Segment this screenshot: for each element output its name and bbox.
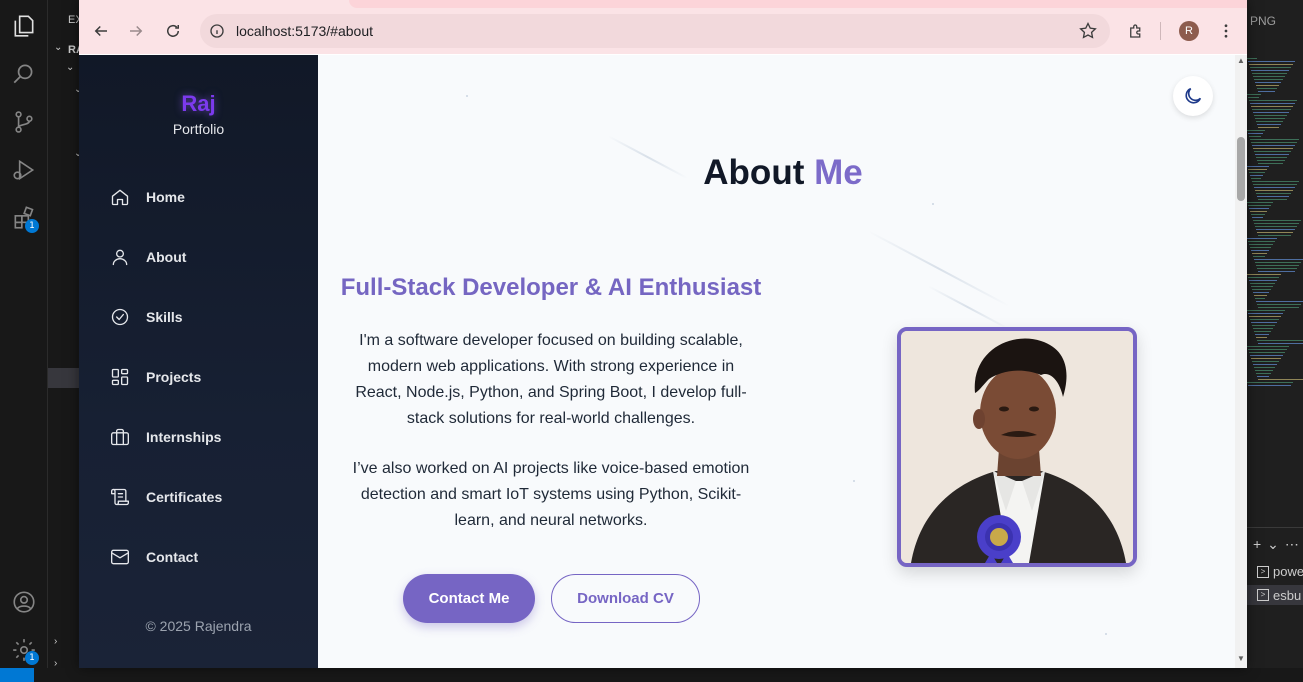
title-main: About xyxy=(703,153,805,192)
grid-icon xyxy=(111,368,129,386)
chevron-down-icon[interactable]: ⌄ xyxy=(66,62,74,73)
scroll-down-arrow-icon[interactable]: ▼ xyxy=(1237,655,1245,663)
terminal-item[interactable]: > powe xyxy=(1257,564,1303,579)
about-paragraph-1: I'm a software developer focused on buil… xyxy=(355,332,747,427)
decorative-dot xyxy=(853,480,855,482)
decorative-streak xyxy=(927,285,1008,330)
settings-badge: 1 xyxy=(25,651,39,665)
scrollbar-thumb[interactable] xyxy=(1237,137,1245,201)
nav-label: Home xyxy=(146,189,185,205)
nav-label: Certificates xyxy=(146,489,223,505)
download-cv-button[interactable]: Download CV xyxy=(551,574,700,623)
contact-me-button[interactable]: Contact Me xyxy=(403,574,535,623)
site-info-icon[interactable] xyxy=(208,22,226,40)
minimap[interactable] xyxy=(1247,58,1303,398)
briefcase-icon xyxy=(111,428,129,446)
page-viewport: Raj Portfolio Home About Skills Projects… xyxy=(79,55,1247,668)
tab-strip xyxy=(79,0,1247,8)
portfolio-sidebar: Raj Portfolio Home About Skills Projects… xyxy=(79,55,318,668)
nav-item-certificates[interactable]: Certificates xyxy=(110,482,290,512)
terminal-item-active[interactable]: > esbu xyxy=(1247,585,1303,605)
page-scrollbar[interactable]: ▲ ▼ xyxy=(1235,55,1247,668)
nav-label: About xyxy=(146,249,187,265)
nav-item-internships[interactable]: Internships xyxy=(110,422,290,452)
browser-toolbar: localhost:5173/#about R xyxy=(79,8,1247,54)
nav-label: Internships xyxy=(146,429,222,445)
role-subheading: Full-Stack Developer & AI Enthusiast xyxy=(340,274,762,301)
about-paragraph-2: I’ve also worked on AI projects like voi… xyxy=(352,460,750,529)
badge-check-icon xyxy=(111,308,129,326)
nav-label: Skills xyxy=(146,309,183,325)
mail-icon xyxy=(111,549,129,565)
extensions-badge: 1 xyxy=(25,219,39,233)
decorative-streak xyxy=(867,230,1010,307)
brand-subtitle: Portfolio xyxy=(172,121,225,137)
vscode-editor-edge: PNG +⌄⋯ > powe > esbu xyxy=(1247,0,1303,682)
profile-photo xyxy=(897,327,1137,567)
theme-toggle-button[interactable] xyxy=(1173,76,1213,116)
reload-icon[interactable] xyxy=(160,18,186,44)
home-icon xyxy=(111,189,129,206)
url-text[interactable]: localhost:5173/#about xyxy=(236,23,373,39)
terminal-label: esbu xyxy=(1273,587,1302,603)
profile-avatar[interactable]: R xyxy=(1179,21,1199,41)
bookmark-star-icon[interactable] xyxy=(1078,21,1098,41)
user-icon xyxy=(112,249,128,266)
selected-file-row[interactable] xyxy=(48,368,79,388)
explorer-icon[interactable] xyxy=(0,2,48,50)
vscode-explorer-panel: EX ⌄ RA ⌄ ⌄ ⌄ › › xyxy=(48,0,84,682)
page-title: About Me xyxy=(318,153,1235,193)
terminal-icon: > xyxy=(1257,589,1269,601)
toolbar-separator xyxy=(1160,22,1161,40)
scroll-up-arrow-icon[interactable]: ▲ xyxy=(1237,57,1245,65)
scroll-icon xyxy=(111,488,129,506)
back-arrow-icon[interactable] xyxy=(88,18,114,44)
copyright-text: © 2025 Rajendra xyxy=(145,618,252,634)
extensions-icon[interactable]: 1 xyxy=(0,194,48,242)
search-icon[interactable] xyxy=(0,50,48,98)
panel-tools[interactable]: +⌄⋯ xyxy=(1253,536,1303,553)
moon-icon xyxy=(1185,87,1202,104)
chevron-down-icon[interactable]: ⌄ xyxy=(54,42,62,53)
vscode-status-bar xyxy=(0,668,1303,682)
source-control-icon[interactable] xyxy=(0,98,48,146)
run-debug-icon[interactable] xyxy=(0,146,48,194)
profile-portrait-illustration xyxy=(901,331,1133,563)
remote-indicator[interactable] xyxy=(0,668,34,682)
terminal-icon: > xyxy=(1257,565,1269,578)
decorative-dot xyxy=(932,203,934,205)
vscode-activity-bar: 1 1 xyxy=(0,0,48,682)
active-tab[interactable] xyxy=(349,0,1247,8)
title-accent: Me xyxy=(814,153,863,192)
about-section: About Me Full-Stack Developer & AI Enthu… xyxy=(318,55,1235,668)
brand-logo[interactable]: Raj xyxy=(79,91,318,117)
nav-item-projects[interactable]: Projects xyxy=(110,362,290,392)
decorative-dot xyxy=(1105,633,1107,635)
nav-item-about[interactable]: About xyxy=(110,242,290,272)
nav-item-contact[interactable]: Contact xyxy=(110,542,290,572)
decorative-dot xyxy=(466,95,468,97)
nav-label: Contact xyxy=(146,549,199,565)
extensions-puzzle-icon[interactable] xyxy=(1123,18,1149,44)
more-menu-icon[interactable] xyxy=(1213,18,1239,44)
nav-item-home[interactable]: Home xyxy=(110,182,290,212)
chevron-right-icon[interactable]: › xyxy=(54,636,57,647)
nav-label: Projects xyxy=(146,369,202,385)
account-icon[interactable] xyxy=(0,578,48,626)
nav-item-skills[interactable]: Skills xyxy=(110,302,290,332)
forward-arrow-icon[interactable] xyxy=(123,18,149,44)
editor-tab-png[interactable]: PNG xyxy=(1250,14,1276,28)
terminal-label: powe xyxy=(1273,564,1303,579)
panel-divider xyxy=(1247,527,1303,528)
address-bar[interactable]: localhost:5173/#about xyxy=(200,14,1110,48)
settings-gear-icon[interactable]: 1 xyxy=(0,626,48,674)
browser-window: localhost:5173/#about R Raj Portfolio Ho… xyxy=(79,0,1247,668)
